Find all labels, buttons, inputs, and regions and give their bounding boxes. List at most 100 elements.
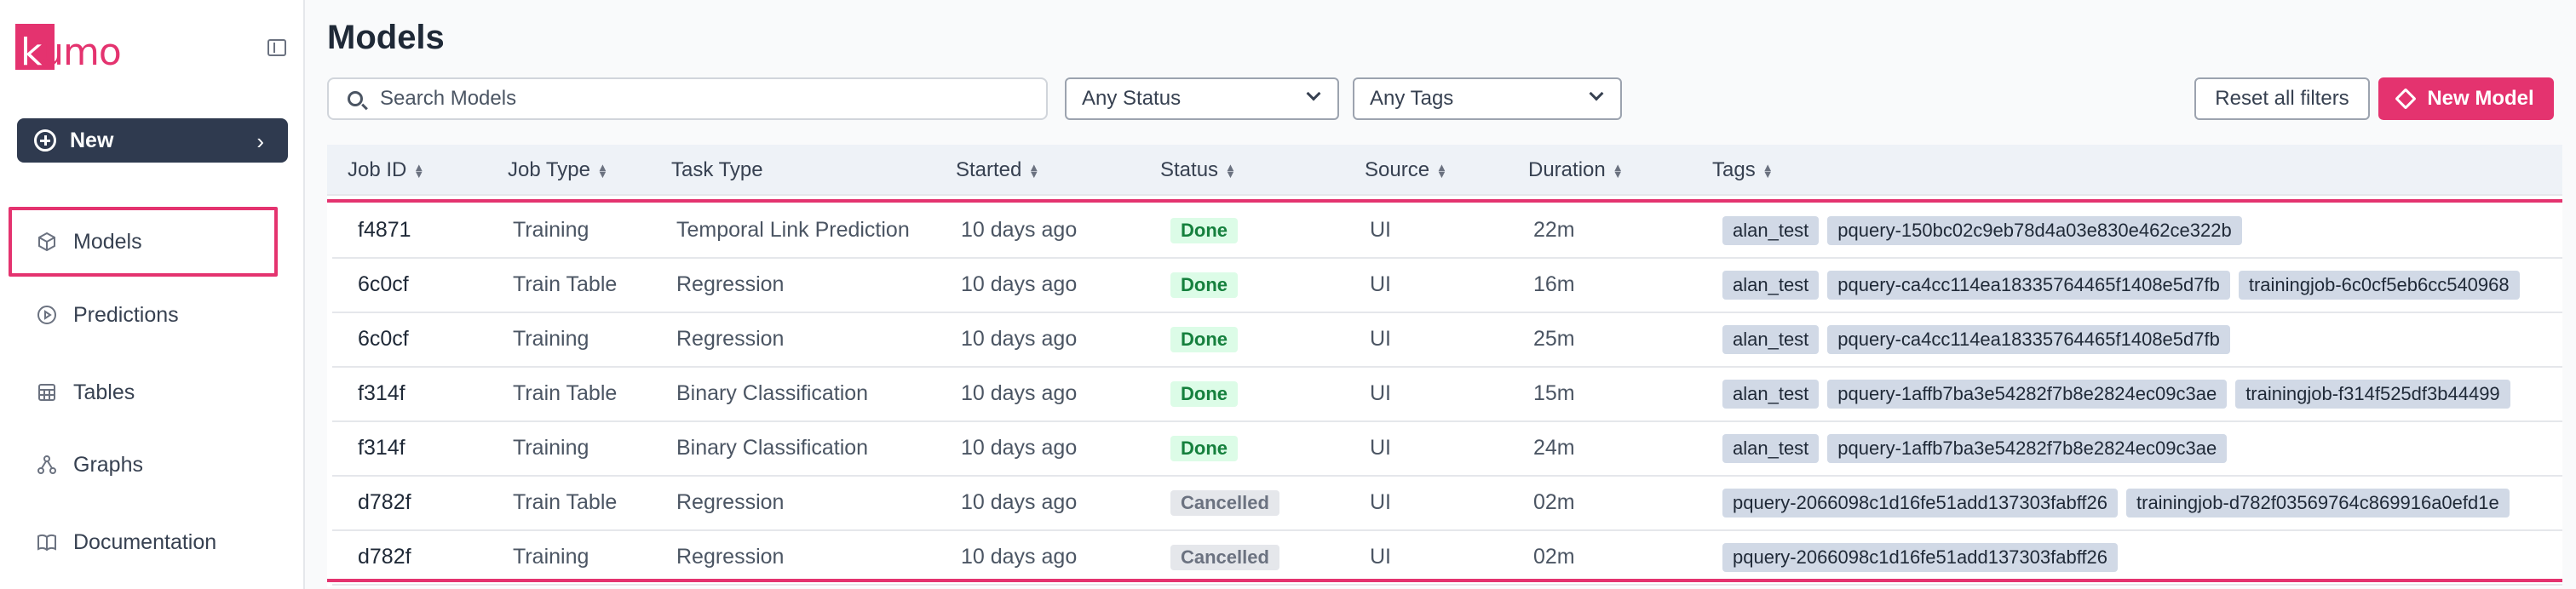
sidebar-collapse-icon[interactable] [267, 39, 286, 56]
column-header-source[interactable]: Source ▲ ▼ [1365, 158, 1447, 182]
column-label: Job ID [348, 158, 407, 181]
sidebar-item-graphs[interactable]: Graphs [12, 430, 278, 500]
table-row[interactable]: d782f Training Regression 10 days ago Cancel… [332, 531, 2562, 586]
duration-cell: 02m [1533, 490, 1575, 514]
tags-cell: alan_test pquery-1affb7ba3e54282f7b8e2824… [1722, 434, 2228, 463]
new-button[interactable]: New › [17, 118, 288, 163]
status-filter-select[interactable]: Any Status [1065, 77, 1339, 120]
column-header-job-id[interactable]: Job ID ▲ ▼ [348, 158, 424, 182]
new-model-button-label: New Model [2427, 87, 2534, 110]
tag-chip[interactable]: trainingjob-f314f525df3b44499 [2235, 380, 2510, 409]
job-id-cell: d782f [358, 545, 411, 569]
job-id-cell: d782f [358, 490, 411, 514]
chevron-down-icon [1306, 86, 1321, 101]
column-header-tags[interactable]: Tags ▲ ▼ [1712, 158, 1774, 182]
tags-cell: alan_test pquery-1affb7ba3e54282f7b8e2824… [1722, 380, 2510, 409]
status-badge: Done [1170, 327, 1238, 352]
tags-filter-select[interactable]: Any Tags [1353, 77, 1622, 120]
tags-cell: pquery-2066098c1d16fe51add137303fabff26 t… [1722, 489, 2510, 518]
sort-icon: ▲ ▼ [413, 160, 425, 180]
column-label: Duration [1528, 158, 1606, 181]
column-header-status[interactable]: Status ▲ ▼ [1160, 158, 1236, 182]
table-row[interactable]: 6c0cf Train Table Regression 10 days ago Don… [332, 259, 2562, 313]
sort-icon: ▲ ▼ [1225, 160, 1236, 180]
column-label: Task Type [671, 158, 763, 181]
task-type-cell: Temporal Link Prediction [676, 218, 910, 242]
sort-icon: ▲ ▼ [1762, 160, 1774, 180]
tag-chip[interactable]: pquery-150bc02c9eb78d4a03e830e462ce322b [1827, 216, 2242, 245]
status-filter-value: Any Status [1082, 87, 1182, 110]
duration-cell: 24m [1533, 436, 1575, 460]
sidebar-item-tables[interactable]: Tables [12, 357, 278, 427]
column-header-duration[interactable]: Duration ▲ ▼ [1528, 158, 1624, 182]
tag-chip[interactable]: pquery-1affb7ba3e54282f7b8e2824ec09c3ae [1827, 380, 2228, 409]
started-cell: 10 days ago [961, 490, 1078, 514]
job-type-cell: Training [513, 436, 589, 460]
table-header: Job ID ▲ ▼ Job Type ▲ ▼ Task Type Started ▲ ▼ … [327, 145, 2562, 196]
logo-text: kumo [20, 31, 122, 74]
sidebar: kumo New › Models Predictions Tables Gra… [0, 0, 305, 589]
duration-cell: 25m [1533, 327, 1575, 351]
sidebar-item-predictions[interactable]: Predictions [12, 280, 278, 350]
tag-chip[interactable]: pquery-ca4cc114ea18335764465f1408e5d7fb [1827, 271, 2230, 300]
source-cell: UI [1370, 218, 1391, 242]
job-id-cell: f4871 [358, 218, 411, 242]
table-row[interactable]: d782f Train Table Regression 10 days ago Can… [332, 477, 2562, 531]
tag-chip[interactable]: pquery-2066098c1d16fe51add137303fabff26 [1722, 543, 2118, 572]
tag-chip[interactable]: alan_test [1722, 271, 1820, 300]
search-box[interactable] [327, 77, 1048, 120]
duration-cell: 16m [1533, 272, 1575, 296]
tag-chip[interactable]: pquery-1affb7ba3e54282f7b8e2824ec09c3ae [1827, 434, 2228, 463]
source-cell: UI [1370, 272, 1391, 296]
kumo-logo[interactable]: kumo [15, 20, 122, 74]
tag-chip[interactable]: trainingjob-6c0cf5eb6cc540968 [2238, 271, 2520, 300]
main-content: Models Any Status Any Tags Reset all fil… [305, 0, 2576, 589]
job-id-cell: 6c0cf [358, 272, 409, 296]
column-header-started[interactable]: Started ▲ ▼ [956, 158, 1039, 182]
column-header-job-type[interactable]: Job Type ▲ ▼ [508, 158, 608, 182]
job-id-cell: f314f [358, 381, 405, 405]
tag-chip[interactable]: alan_test [1722, 380, 1820, 409]
new-model-button[interactable]: New Model [2378, 77, 2554, 120]
sidebar-item-label: Tables [73, 380, 135, 404]
source-cell: UI [1370, 490, 1391, 514]
logo-letter-k: k [20, 31, 41, 74]
column-header-task-type: Task Type [671, 158, 763, 182]
column-label: Started [956, 158, 1022, 181]
sidebar-item-models[interactable]: Models [9, 207, 278, 277]
started-cell: 10 days ago [961, 327, 1078, 351]
tag-chip[interactable]: alan_test [1722, 434, 1820, 463]
job-type-cell: Training [513, 327, 589, 351]
tags-filter-value: Any Tags [1370, 87, 1454, 110]
task-type-cell: Regression [676, 272, 785, 296]
chevron-right-icon: › [256, 129, 264, 154]
tag-chip[interactable]: alan_test [1722, 325, 1820, 354]
search-input[interactable] [380, 87, 1027, 111]
source-cell: UI [1370, 545, 1391, 569]
source-cell: UI [1370, 381, 1391, 405]
task-type-cell: Regression [676, 545, 785, 569]
sidebar-item-documentation[interactable]: Documentation [12, 507, 278, 577]
tag-chip[interactable]: trainingjob-d782f03569764c869916a0efd1e [2126, 489, 2510, 518]
tag-chip[interactable]: alan_test [1722, 216, 1820, 245]
started-cell: 10 days ago [961, 545, 1078, 569]
job-type-cell: Train Table [513, 272, 618, 296]
reset-filters-button[interactable]: Reset all filters [2194, 77, 2370, 120]
graph-icon [36, 454, 58, 476]
table-row[interactable]: 6c0cf Training Regression 10 days ago Done UI… [332, 313, 2562, 368]
table-row[interactable]: f314f Training Binary Classification 10 day… [332, 422, 2562, 477]
table-row[interactable]: f314f Train Table Binary Classification 10 … [332, 368, 2562, 422]
tags-cell: alan_test pquery-150bc02c9eb78d4a03e830e4… [1722, 216, 2242, 245]
tag-chip[interactable]: pquery-ca4cc114ea18335764465f1408e5d7fb [1827, 325, 2230, 354]
column-label: Tags [1712, 158, 1756, 181]
sort-icon: ▲ ▼ [1612, 160, 1624, 180]
table-row[interactable]: f4871 Training Temporal Link Prediction 10 … [332, 204, 2562, 259]
task-type-cell: Binary Classification [676, 436, 869, 460]
sort-icon: ▲ ▼ [596, 160, 608, 180]
column-label: Source [1365, 158, 1430, 181]
job-type-cell: Training [513, 218, 589, 242]
started-cell: 10 days ago [961, 218, 1078, 242]
started-cell: 10 days ago [961, 272, 1078, 296]
tag-chip[interactable]: pquery-2066098c1d16fe51add137303fabff26 [1722, 489, 2118, 518]
status-badge: Done [1170, 272, 1238, 298]
